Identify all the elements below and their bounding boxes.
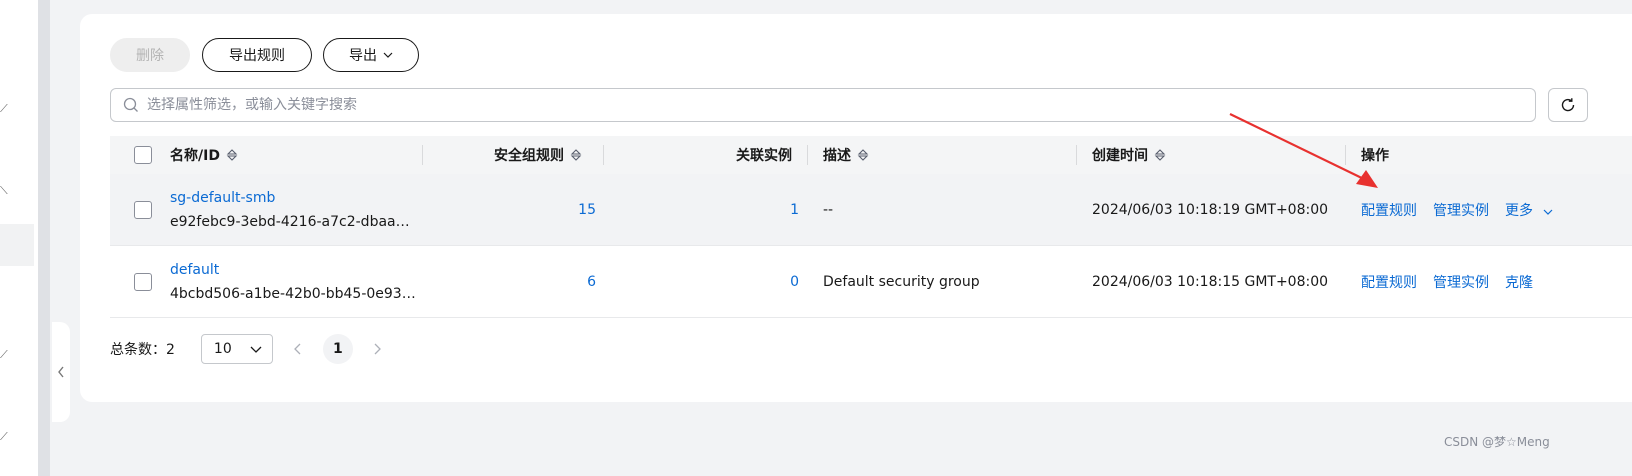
chevron-down-icon (383, 52, 393, 58)
row-checkbox[interactable] (134, 272, 152, 291)
export-rules-button[interactable]: 导出规则 (202, 38, 312, 72)
refresh-icon (1561, 98, 1575, 112)
table-row: sg-default-smb e92febc9-3ebd-4216-a7c2-d… (110, 174, 1632, 246)
column-separator[interactable] (603, 145, 604, 165)
watermark: CSDN @梦☆Meng (1444, 435, 1550, 449)
sg-id: e92febc9-3ebd-4216-a7c2-dbaa466... (170, 213, 416, 230)
next-page-button[interactable] (363, 340, 393, 359)
table-header: 名称/ID 安全组规则 关联实例 描述 创建时间 操作 (110, 136, 1632, 174)
export-button[interactable]: 导出 (323, 38, 419, 72)
total-count: 总条数：2 (110, 342, 175, 358)
search-icon (123, 97, 138, 112)
instances-count-link[interactable]: 0 (790, 274, 799, 290)
row-checkbox[interactable] (134, 200, 152, 219)
sort-icon[interactable] (857, 148, 869, 162)
pagination: 总条数：2 10 1 (110, 334, 393, 364)
chevron-down-icon (250, 346, 262, 353)
rules-count-link[interactable]: 6 (587, 274, 596, 290)
created-time: 2024/06/03 10:18:15 GMT+08:00 (1092, 273, 1329, 290)
chevron-right-icon (374, 343, 382, 354)
nav-chevron-icon[interactable]: ⟍ (0, 185, 10, 196)
header-instances: 关联实例 (736, 136, 792, 174)
manage-instances-link[interactable]: 管理实例 (1433, 200, 1489, 220)
instances-count-link[interactable]: 1 (790, 202, 799, 218)
security-group-card: 删除 导出规则 导出 名称/ID 安全组规则 关联实例 (80, 14, 1632, 402)
configure-rules-link[interactable]: 配置规则 (1361, 200, 1417, 220)
table-row: default 4bcbd506-a1be-42b0-bb45-0e9349..… (110, 246, 1632, 318)
configure-rules-link[interactable]: 配置规则 (1361, 272, 1417, 292)
chevron-left-icon (294, 343, 301, 354)
manage-instances-link[interactable]: 管理实例 (1433, 272, 1489, 292)
column-separator[interactable] (422, 145, 423, 165)
nav-chevron-icon[interactable]: ⟋ (0, 349, 10, 360)
column-separator[interactable] (1076, 145, 1077, 165)
chevron-left-icon (58, 366, 64, 378)
sidebar-collapse-button[interactable] (52, 322, 70, 422)
select-all-checkbox[interactable] (134, 146, 152, 164)
sort-icon[interactable] (1154, 148, 1166, 162)
prev-page-button[interactable] (283, 340, 313, 359)
sort-icon[interactable] (226, 148, 238, 162)
header-created-label: 创建时间 (1092, 148, 1148, 164)
export-button-label: 导出 (349, 48, 377, 64)
description-text: -- (823, 201, 834, 218)
left-nav-sidebar: ⟋ ⟍ ⟋ ⟋ (0, 0, 38, 476)
more-dropdown-label: 更多 (1505, 202, 1533, 219)
created-time: 2024/06/03 10:18:19 GMT+08:00 (1092, 201, 1329, 218)
header-rules[interactable]: 安全组规则 (494, 136, 582, 174)
nav-chevron-icon[interactable]: ⟋ (0, 103, 10, 114)
header-name-label: 名称/ID (170, 148, 220, 164)
header-created[interactable]: 创建时间 (1092, 136, 1166, 174)
sidebar-divider (38, 0, 50, 476)
clone-link[interactable]: 克隆 (1505, 272, 1533, 292)
page-number-current[interactable]: 1 (322, 334, 353, 364)
delete-button[interactable]: 删除 (110, 38, 190, 72)
sort-icon[interactable] (570, 148, 582, 162)
refresh-button[interactable] (1548, 88, 1588, 122)
security-group-table: 名称/ID 安全组规则 关联实例 描述 创建时间 操作 sg-default-s… (110, 136, 1632, 318)
description-text: Default security group (823, 273, 980, 290)
sg-name-link[interactable]: default (170, 262, 219, 278)
header-name[interactable]: 名称/ID (170, 136, 238, 174)
header-description[interactable]: 描述 (823, 136, 869, 174)
header-instances-label: 关联实例 (736, 148, 792, 164)
page-size-select[interactable]: 10 (200, 334, 273, 364)
rules-count-link[interactable]: 15 (578, 202, 596, 218)
page-size-value: 10 (213, 341, 232, 357)
header-description-label: 描述 (823, 148, 851, 164)
chevron-down-icon (1544, 209, 1553, 215)
sg-id: 4bcbd506-a1be-42b0-bb45-0e9349... (170, 285, 416, 302)
more-dropdown[interactable]: 更多 (1505, 200, 1553, 220)
nav-chevron-icon[interactable]: ⟋ (0, 431, 10, 442)
annotation-arrow (1229, 113, 1378, 188)
column-separator[interactable] (807, 145, 808, 165)
header-rules-label: 安全组规则 (494, 148, 564, 164)
sg-name-link[interactable]: sg-default-smb (170, 190, 275, 206)
nav-item-selected[interactable] (0, 224, 34, 266)
